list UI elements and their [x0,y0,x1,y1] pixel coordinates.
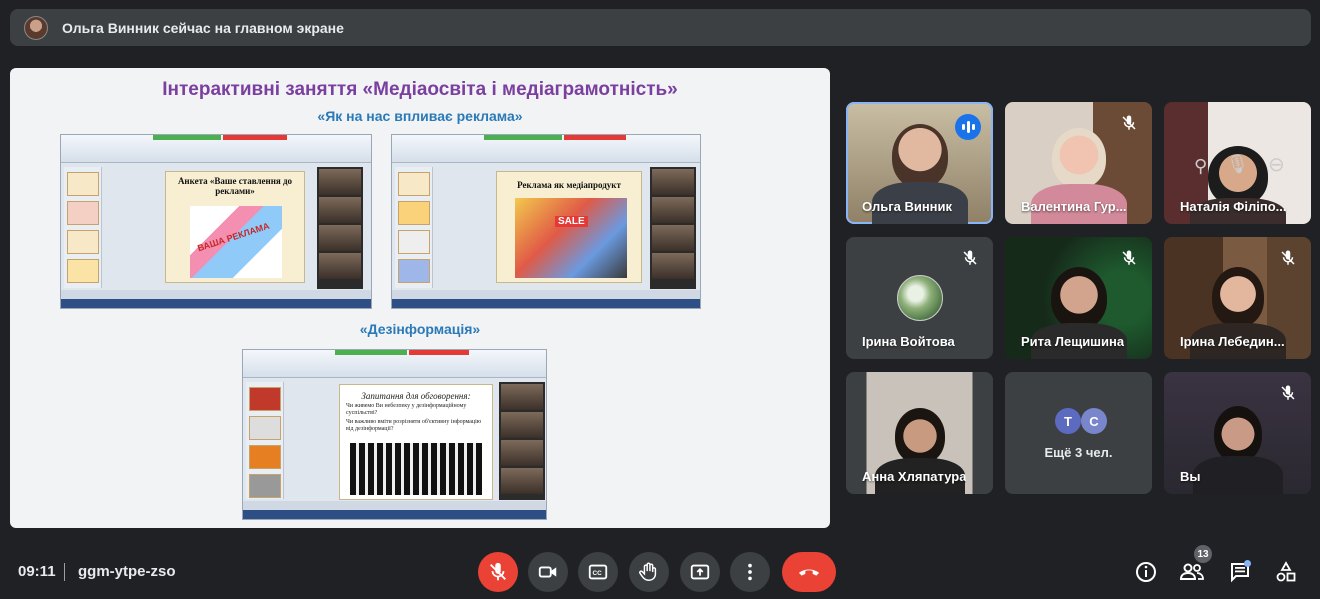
people-icon [1179,563,1204,580]
survey-slide-title: Анкета «Ваше ставлення до реклами» [177,176,293,196]
present-icon [690,564,710,580]
captions-button[interactable]: CC [578,552,618,592]
participant-name: Анна Хляпатура [862,469,967,484]
meeting-time: 09:11 [18,563,56,580]
activities-button[interactable] [1272,558,1300,586]
presenting-banner: Ольга Винник сейчас на главном экране [10,9,1311,46]
presenter-avatar [24,15,48,40]
poster-text: ВАША РЕКЛАМА [196,220,271,254]
people-count-badge: 13 [1194,545,1212,563]
participant-name: Валентина Гур... [1021,199,1127,214]
slide-subtitle-disinfo: «Дезінформація» [359,321,481,337]
more-vert-icon [748,563,752,581]
product-slide-title: Реклама як медіапродукт [517,180,621,190]
participant-tile-anna[interactable]: Анна Хляпатура [846,372,993,494]
participant-name: Ірина Лебедин... [1180,334,1285,349]
divider [64,563,65,581]
leave-call-button[interactable] [782,552,836,592]
mic-off-icon [490,562,506,581]
shared-screen[interactable]: Інтерактивні заняття «Медіаосвіта і меді… [10,68,830,528]
participant-avatar-c: С [1081,408,1107,434]
mic-off-icon [963,250,977,265]
participant-tile-iryna-v[interactable]: Ірина Войтова [846,237,993,359]
participant-avatar [896,275,943,321]
slide-screenshot-ads-survey: Анкета «Ваше ставлення до реклами» ВАША … [60,134,372,309]
participant-name: Рита Лещишина [1021,334,1125,349]
meeting-details-button[interactable] [1132,558,1160,586]
more-options-button[interactable] [730,552,770,592]
mic-icon[interactable]: 🎙 [1226,154,1249,175]
pin-icon[interactable]: ⚲ [1194,156,1207,177]
mic-off-icon [1122,250,1136,265]
discussion-q1: Чи живемо Ви небезпеку у дезінформаційно… [346,403,467,416]
discussion-title: Запитання для обговорення: [361,391,471,401]
participant-tile-self[interactable]: Вы [1164,372,1311,494]
chat-unread-dot [1244,560,1251,567]
participant-name: Наталія Філіпо... [1180,199,1287,214]
participant-tile-valentyna[interactable]: Валентина Гур... [1005,102,1152,224]
participant-name: Вы [1180,469,1201,484]
participant-tile-olga[interactable]: Ольга Винник [846,102,993,224]
hang-up-icon [798,569,820,576]
mic-off-icon [1281,385,1295,400]
slide-screenshot-disinfo: Запитання для обговорення: Чи живемо Ви … [242,349,547,520]
discussion-q2: Чи важливо вміти розрізняти об'єктивну і… [346,419,482,432]
participant-name: Ірина Войтова [862,334,955,349]
present-screen-button[interactable] [680,552,720,592]
captions-icon: CC [588,564,608,580]
presenting-banner-text: Ольга Винник сейчас на главном экране [62,19,344,36]
camera-icon [538,566,557,578]
hand-icon [639,562,657,581]
remove-icon[interactable]: ⊖ [1268,152,1285,177]
participant-tile-natalia[interactable]: ⚲ 🎙 ⊖ Наталія Філіпо... [1164,102,1311,224]
info-icon [1136,562,1156,582]
slide-screenshot-ads-product: Реклама як медіапродукт SALE [391,134,701,309]
svg-text:CC: CC [593,570,603,577]
participant-tile-iryna-l[interactable]: Ірина Лебедин... [1164,237,1311,359]
mic-toggle-button[interactable] [478,552,518,592]
participant-avatar-t: Т [1055,408,1081,434]
participant-tile-more[interactable]: Т С Ещё 3 чел. [1005,372,1152,494]
participant-name: Ольга Винник [862,199,953,214]
mic-off-icon [1122,115,1136,130]
camera-toggle-button[interactable] [528,552,568,592]
activities-icon [1276,561,1296,582]
raise-hand-button[interactable] [629,552,669,592]
slide-subtitle-ads: «Як на нас впливає реклама» [317,108,523,124]
meeting-code: ggm-ytpe-zso [78,563,176,580]
speaking-indicator-icon [955,114,981,140]
mic-off-icon [1281,250,1295,265]
sale-label: SALE [555,216,588,227]
slide-title: Інтерактивні заняття «Медіаосвіта і меді… [162,79,678,100]
more-participants-label: Ещё 3 чел. [1044,445,1113,460]
participant-tile-ryta[interactable]: Рита Лещишина [1005,237,1152,359]
